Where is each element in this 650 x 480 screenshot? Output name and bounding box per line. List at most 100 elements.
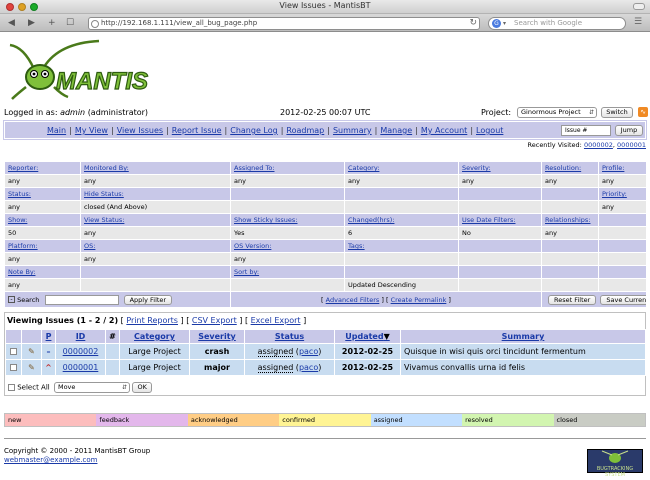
issue-number-input[interactable]: Issue # [561,125,611,136]
filter-label-cell: Tags: [344,239,459,253]
col-updated[interactable]: Updated▼ [334,329,401,344]
filter-label-link[interactable]: Reporter: [8,164,38,172]
filter-label-link[interactable]: Platform: [8,242,38,250]
col-summary[interactable]: Summary [400,329,646,344]
menu-item-change-log[interactable]: Change Log [230,126,277,135]
recent-issue-link[interactable]: 0000002 [584,141,613,149]
menu-item-logout[interactable]: Logout [476,126,503,135]
add-tab-icon[interactable]: + [48,18,56,29]
issue-checkbox[interactable] [10,364,17,371]
filter-label-link[interactable]: Changed(hrs): [348,216,394,224]
filter-label-link[interactable]: Tags: [348,242,365,250]
pencil-icon[interactable]: ✎ [28,347,35,356]
save-filter-button[interactable]: Save Current Filter [600,294,646,305]
col-category[interactable]: Category [119,329,190,344]
mantis-logo[interactable]: MANTIS [4,39,154,101]
filter-search-input[interactable] [44,294,119,305]
col-id[interactable]: ID [55,329,106,344]
col-updated-label[interactable]: Updated [345,332,383,341]
filter-value-row: any any any [4,252,647,266]
issue-status-cell: assigned (paco) [244,343,335,360]
advanced-filters-link[interactable]: Advanced Filters [326,296,380,304]
filter-label-link[interactable]: Priority: [602,190,627,198]
menu-separator: | [69,126,72,135]
filter-label-link[interactable]: Hide Status: [84,190,124,198]
status-legend-item: acknowledged [187,414,280,426]
select-all-checkbox[interactable] [8,384,15,391]
excel-export-link[interactable]: Excel Export [251,316,301,325]
filter-label-cell [458,239,542,253]
menu-item-view-issues[interactable]: View Issues [117,126,163,135]
filter-label-link[interactable]: Note By: [8,268,35,276]
footer-divider [4,438,646,439]
filter-value-row: any any any any any any any [4,174,647,188]
filter-label-link[interactable]: Resolution: [545,164,581,172]
back-icon[interactable]: ◀ [8,18,15,29]
menu-item-my-view[interactable]: My View [75,126,108,135]
filter-label-cell: Status: [4,187,81,201]
filter-label-link[interactable]: Use Date Filters: [462,216,516,224]
pencil-icon[interactable]: ✎ [28,363,35,372]
search-label: Search [17,295,40,304]
ok-button[interactable]: OK [132,382,153,393]
filter-label-link[interactable]: Monitored By: [84,164,129,172]
recent-issue-link[interactable]: 0000001 [617,141,646,149]
menu-item-summary[interactable]: Summary [333,126,372,135]
filter-value [230,278,345,292]
filter-value: any [4,174,81,188]
bookmarks-icon[interactable]: ☐ [66,18,74,29]
address-bar[interactable]: http://192.168.1.111/view_all_bug_page.p… [88,17,480,30]
filter-label-link[interactable]: Sort by: [234,268,259,276]
col-priority[interactable]: P [41,329,56,344]
page-menu-icon[interactable]: ☰ [634,17,642,27]
filter-label-link[interactable]: View Status: [84,216,124,224]
filter-label-link[interactable]: Status: [8,190,31,198]
menu-item-my-account[interactable]: My Account [421,126,467,135]
apply-filter-button[interactable]: Apply Filter [123,294,173,305]
issue-checkbox[interactable] [10,348,17,355]
create-permalink-link[interactable]: Create Permalink [391,296,447,304]
search-field[interactable]: G ▾ Search with Google [488,17,626,30]
reset-filter-button[interactable]: Reset Filter [548,294,597,305]
reload-icon[interactable]: ↻ [469,18,477,29]
filter-value: any [80,174,231,188]
filter-label-row: Reporter: Monitored By: Assigned To: Catego… [4,161,647,175]
issue-handler-link[interactable]: paco [299,347,318,356]
filter-label-link[interactable]: Relationships: [545,216,590,224]
webmaster-email-link[interactable]: webmaster@example.com [4,456,97,464]
filter-label-link[interactable]: OS Version: [234,242,271,250]
filter-label-link[interactable]: Category: [348,164,379,172]
mantis-footer-badge[interactable]: BUGTRACKING SYSTEM [587,449,643,478]
col-status[interactable]: Status [244,329,335,344]
filter-label-link[interactable]: Show Sticky Issues: [234,216,298,224]
print-reports-link[interactable]: Print Reports [126,316,178,325]
filter-label-link[interactable]: Assigned To: [234,164,275,172]
filter-label-cell: Category: [344,161,459,175]
switch-button[interactable]: Switch [601,107,633,118]
issue-status-cell: assigned (paco) [244,359,335,376]
menu-item-manage[interactable]: Manage [380,126,412,135]
filter-label-link[interactable]: Show: [8,216,27,224]
issue-id-link[interactable]: 0000002 [63,347,99,356]
issue-id-link[interactable]: 0000001 [63,363,99,372]
bulk-action-select[interactable]: Move ⇵ [53,382,130,393]
jump-button[interactable]: Jump [615,125,643,136]
chevron-down-icon[interactable]: ▾ [503,18,506,29]
toolbar-toggle-button[interactable] [633,3,645,10]
filter-value: No [458,226,542,240]
menu-item-report-issue[interactable]: Report Issue [172,126,222,135]
collapse-icon[interactable]: - [8,296,15,303]
rss-icon[interactable]: ∿ [638,107,648,117]
forward-icon[interactable]: ▶ [28,18,35,29]
col-severity[interactable]: Severity [189,329,245,344]
filter-label-link[interactable]: Profile: [602,164,624,172]
filter-label-link[interactable]: Severity: [462,164,491,172]
menu-item-roadmap[interactable]: Roadmap [286,126,324,135]
project-selected: Ginormous Project [521,108,581,116]
menu-item-main[interactable]: Main [47,126,66,135]
project-select[interactable]: Ginormous Project ⇵ [517,107,597,118]
issue-handler-link[interactable]: paco [299,363,318,372]
filter-label-link[interactable]: OS: [84,242,95,250]
csv-export-link[interactable]: CSV Export [192,316,237,325]
filter-label-cell: OS: [80,239,231,253]
